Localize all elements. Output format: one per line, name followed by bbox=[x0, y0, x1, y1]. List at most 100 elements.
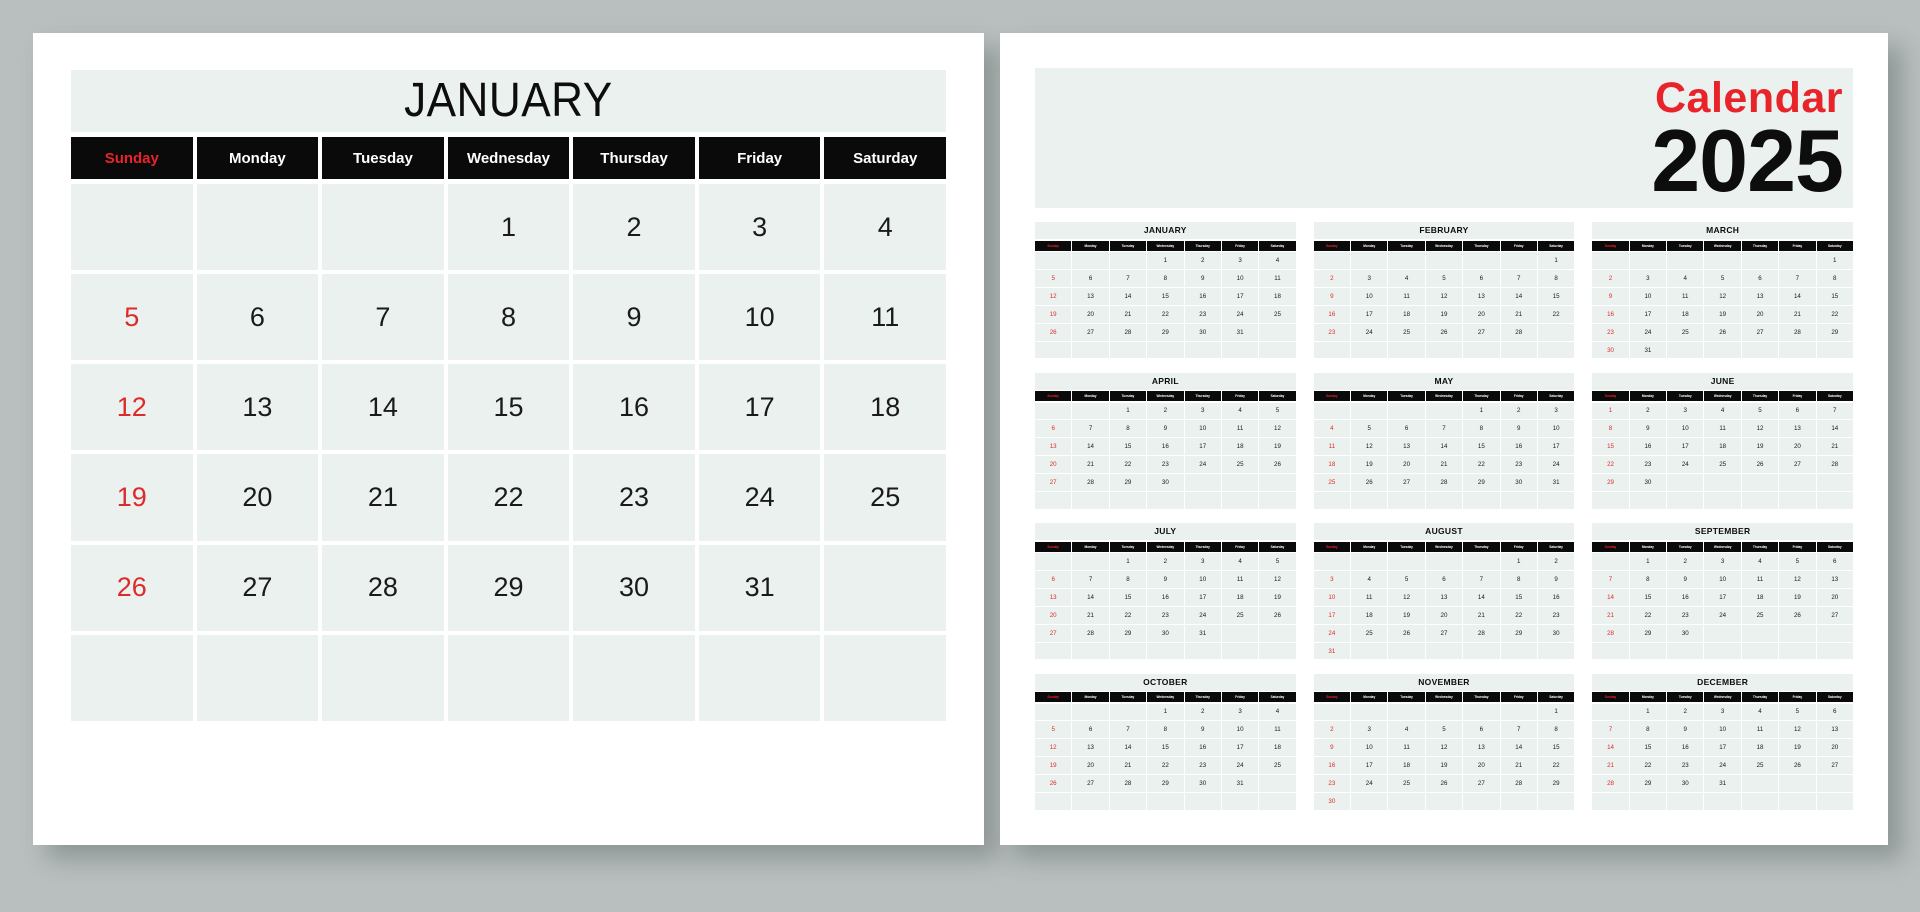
mini-day-cell[interactable]: 11 bbox=[1741, 721, 1779, 739]
mini-day-cell[interactable]: 19 bbox=[1388, 606, 1425, 624]
mini-day-cell[interactable]: 5 bbox=[1425, 721, 1463, 739]
mini-day-cell[interactable]: 10 bbox=[1351, 739, 1388, 757]
mini-day-cell[interactable]: 2 bbox=[1147, 553, 1184, 570]
mini-day-cell[interactable]: 22 bbox=[1537, 757, 1575, 775]
mini-day-cell[interactable]: 20 bbox=[1035, 456, 1072, 474]
mini-day-cell[interactable]: 14 bbox=[1592, 739, 1629, 757]
day-cell[interactable]: 5 bbox=[71, 274, 193, 361]
mini-day-cell[interactable]: 12 bbox=[1259, 420, 1296, 438]
day-cell[interactable]: 12 bbox=[71, 364, 193, 451]
day-cell[interactable]: 8 bbox=[447, 274, 570, 361]
mini-day-cell[interactable]: 7 bbox=[1109, 721, 1147, 739]
mini-day-cell[interactable]: 18 bbox=[1667, 305, 1704, 323]
mini-day-cell[interactable]: 18 bbox=[1259, 739, 1296, 757]
mini-day-cell[interactable]: 11 bbox=[1704, 420, 1741, 438]
day-cell[interactable]: 29 bbox=[447, 544, 570, 631]
mini-day-cell[interactable]: 17 bbox=[1704, 588, 1741, 606]
mini-day-cell[interactable]: 4 bbox=[1388, 721, 1425, 739]
mini-day-cell[interactable]: 7 bbox=[1500, 269, 1537, 287]
mini-day-cell[interactable]: 13 bbox=[1816, 570, 1853, 588]
mini-day-cell[interactable]: 5 bbox=[1741, 402, 1779, 420]
mini-day-cell[interactable]: 19 bbox=[1741, 438, 1779, 456]
mini-day-cell[interactable]: 18 bbox=[1221, 438, 1259, 456]
mini-day-cell[interactable]: 1 bbox=[1592, 402, 1629, 420]
mini-day-cell[interactable]: 12 bbox=[1704, 287, 1741, 305]
mini-day-cell[interactable]: 5 bbox=[1035, 269, 1072, 287]
mini-day-cell[interactable]: 17 bbox=[1667, 438, 1704, 456]
mini-day-cell[interactable]: 6 bbox=[1425, 570, 1463, 588]
mini-day-cell[interactable]: 29 bbox=[1537, 775, 1575, 793]
mini-day-cell[interactable]: 1 bbox=[1463, 402, 1500, 420]
mini-day-cell[interactable]: 2 bbox=[1667, 703, 1704, 721]
mini-day-cell[interactable]: 24 bbox=[1351, 775, 1388, 793]
mini-day-cell[interactable]: 7 bbox=[1816, 402, 1853, 420]
mini-day-cell[interactable]: 27 bbox=[1425, 624, 1463, 642]
mini-day-cell[interactable]: 23 bbox=[1500, 456, 1537, 474]
mini-day-cell[interactable]: 20 bbox=[1072, 305, 1109, 323]
mini-day-cell[interactable]: 1 bbox=[1147, 252, 1184, 269]
mini-day-cell[interactable]: 29 bbox=[1463, 474, 1500, 492]
mini-day-cell[interactable]: 27 bbox=[1463, 775, 1500, 793]
mini-day-cell[interactable]: 26 bbox=[1425, 775, 1463, 793]
mini-day-cell[interactable]: 7 bbox=[1072, 420, 1109, 438]
mini-day-cell[interactable]: 29 bbox=[1109, 624, 1147, 642]
mini-day-cell[interactable]: 8 bbox=[1537, 269, 1575, 287]
mini-month-august[interactable]: AUGUST Sunday Monday Tuesday Wednesday Thursd… bbox=[1313, 523, 1575, 660]
mini-day-cell[interactable]: 4 bbox=[1704, 402, 1741, 420]
mini-day-cell[interactable]: 7 bbox=[1463, 570, 1500, 588]
mini-day-cell[interactable]: 25 bbox=[1388, 775, 1425, 793]
mini-day-cell[interactable]: 16 bbox=[1313, 305, 1351, 323]
mini-day-cell[interactable]: 3 bbox=[1704, 553, 1741, 570]
mini-day-cell[interactable]: 30 bbox=[1537, 624, 1575, 642]
mini-day-cell[interactable]: 16 bbox=[1147, 588, 1184, 606]
mini-day-cell[interactable]: 27 bbox=[1035, 624, 1072, 642]
day-cell[interactable]: 27 bbox=[196, 544, 319, 631]
mini-day-cell[interactable]: 4 bbox=[1313, 420, 1351, 438]
mini-day-cell[interactable]: 14 bbox=[1463, 588, 1500, 606]
mini-day-cell[interactable]: 28 bbox=[1779, 323, 1816, 341]
mini-day-cell[interactable]: 24 bbox=[1667, 456, 1704, 474]
mini-day-cell[interactable]: 29 bbox=[1629, 775, 1667, 793]
mini-day-cell[interactable]: 2 bbox=[1313, 721, 1351, 739]
mini-day-cell[interactable]: 10 bbox=[1667, 420, 1704, 438]
mini-day-cell[interactable]: 4 bbox=[1259, 252, 1296, 269]
mini-day-cell[interactable]: 5 bbox=[1259, 402, 1296, 420]
mini-day-cell[interactable]: 22 bbox=[1147, 305, 1184, 323]
mini-day-cell[interactable]: 7 bbox=[1779, 269, 1816, 287]
mini-day-cell[interactable]: 10 bbox=[1221, 721, 1259, 739]
mini-day-cell[interactable]: 29 bbox=[1109, 474, 1147, 492]
mini-day-cell[interactable]: 7 bbox=[1072, 570, 1109, 588]
mini-day-cell[interactable]: 8 bbox=[1816, 269, 1853, 287]
mini-day-cell[interactable]: 31 bbox=[1184, 624, 1221, 642]
mini-day-cell[interactable]: 3 bbox=[1184, 553, 1221, 570]
mini-day-cell[interactable]: 20 bbox=[1463, 757, 1500, 775]
mini-day-cell[interactable]: 6 bbox=[1779, 402, 1816, 420]
mini-day-cell[interactable]: 14 bbox=[1592, 588, 1629, 606]
day-cell[interactable]: 25 bbox=[824, 454, 946, 541]
mini-day-cell[interactable]: 11 bbox=[1259, 721, 1296, 739]
mini-day-cell[interactable]: 8 bbox=[1147, 269, 1184, 287]
mini-day-cell[interactable]: 14 bbox=[1779, 287, 1816, 305]
day-cell[interactable]: 9 bbox=[573, 274, 695, 361]
mini-day-cell[interactable]: 18 bbox=[1351, 606, 1388, 624]
mini-day-cell[interactable]: 14 bbox=[1425, 438, 1463, 456]
mini-day-cell[interactable]: 23 bbox=[1147, 456, 1184, 474]
mini-day-cell[interactable]: 26 bbox=[1035, 323, 1072, 341]
mini-day-cell[interactable]: 16 bbox=[1500, 438, 1537, 456]
day-cell[interactable]: 17 bbox=[698, 364, 821, 451]
mini-day-cell[interactable]: 15 bbox=[1592, 438, 1629, 456]
mini-day-cell[interactable]: 21 bbox=[1592, 757, 1629, 775]
mini-day-cell[interactable]: 26 bbox=[1259, 456, 1296, 474]
mini-day-cell[interactable]: 26 bbox=[1741, 456, 1779, 474]
mini-day-cell[interactable]: 13 bbox=[1463, 739, 1500, 757]
mini-day-cell[interactable]: 4 bbox=[1741, 553, 1779, 570]
mini-day-cell[interactable]: 12 bbox=[1259, 570, 1296, 588]
mini-day-cell[interactable]: 5 bbox=[1779, 553, 1816, 570]
day-cell[interactable]: 6 bbox=[196, 274, 319, 361]
mini-day-cell[interactable]: 23 bbox=[1184, 757, 1221, 775]
mini-month-march[interactable]: MARCH Sunday Monday Tuesday Wednesday Thursda… bbox=[1592, 222, 1853, 359]
mini-day-cell[interactable]: 20 bbox=[1816, 588, 1853, 606]
mini-day-cell[interactable]: 4 bbox=[1221, 553, 1259, 570]
mini-day-cell[interactable]: 3 bbox=[1537, 402, 1575, 420]
mini-day-cell[interactable]: 8 bbox=[1537, 721, 1575, 739]
